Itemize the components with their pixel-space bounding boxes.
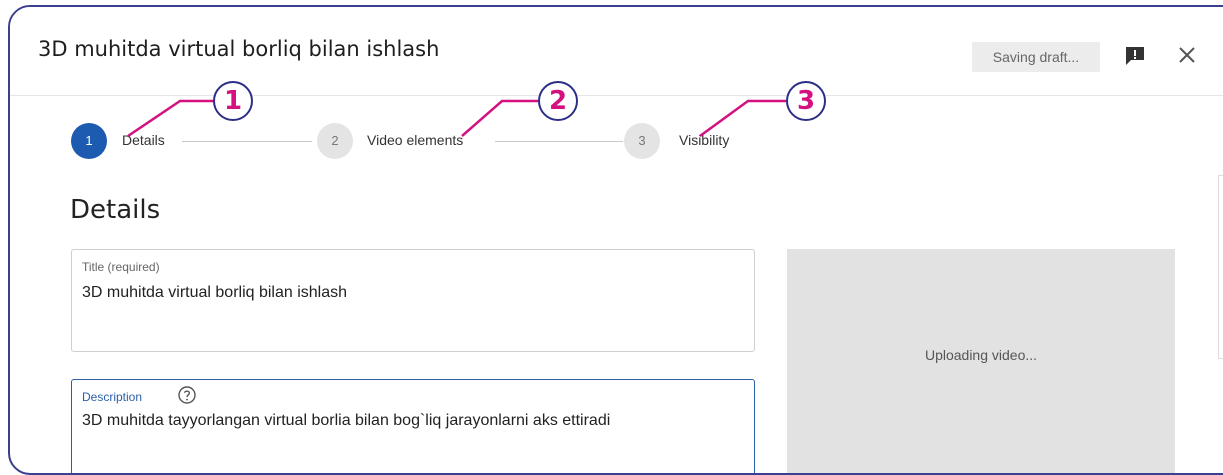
- section-heading: Details: [70, 195, 161, 225]
- step-3-circle[interactable]: 3: [624, 123, 660, 159]
- title-input-value[interactable]: 3D muhitda virtual borliq bilan ishlash: [82, 284, 347, 302]
- stepper: 1 Details 2 Video elements 3 Visibility: [10, 95, 1223, 185]
- description-field[interactable]: Description 3D muhitda tayyorlangan virt…: [71, 379, 755, 473]
- side-panel-edge: [1218, 175, 1223, 359]
- step-3-label[interactable]: Visibility: [679, 132, 729, 148]
- upload-status-text: Uploading video...: [924, 347, 1038, 363]
- title-field-label: Title (required): [82, 260, 160, 274]
- dialog-title: 3D muhitda virtual borliq bilan ishlash: [38, 37, 440, 61]
- callout-badge-2: 2: [538, 81, 578, 121]
- help-icon[interactable]: [177, 385, 197, 405]
- step-1-circle[interactable]: 1: [71, 123, 107, 159]
- callout-badge-1: 1: [213, 81, 253, 121]
- step-connector: [495, 141, 623, 142]
- video-preview: Uploading video...: [787, 249, 1175, 473]
- close-icon[interactable]: [1175, 43, 1199, 67]
- description-input-value[interactable]: 3D muhitda tayyorlangan virtual borlia b…: [82, 412, 610, 430]
- feedback-icon[interactable]: [1124, 46, 1146, 66]
- step-2-circle[interactable]: 2: [317, 123, 353, 159]
- title-field[interactable]: Title (required) 3D muhitda virtual borl…: [71, 249, 755, 352]
- saving-status-badge: Saving draft...: [972, 42, 1100, 72]
- dialog-header: 3D muhitda virtual borliq bilan ishlash …: [10, 7, 1223, 96]
- step-2-label[interactable]: Video elements: [367, 132, 463, 148]
- upload-dialog: 3D muhitda virtual borliq bilan ishlash …: [8, 5, 1223, 475]
- step-connector: [182, 141, 312, 142]
- description-field-label: Description: [82, 390, 143, 404]
- step-1-label[interactable]: Details: [122, 132, 165, 148]
- callout-badge-3: 3: [786, 81, 826, 121]
